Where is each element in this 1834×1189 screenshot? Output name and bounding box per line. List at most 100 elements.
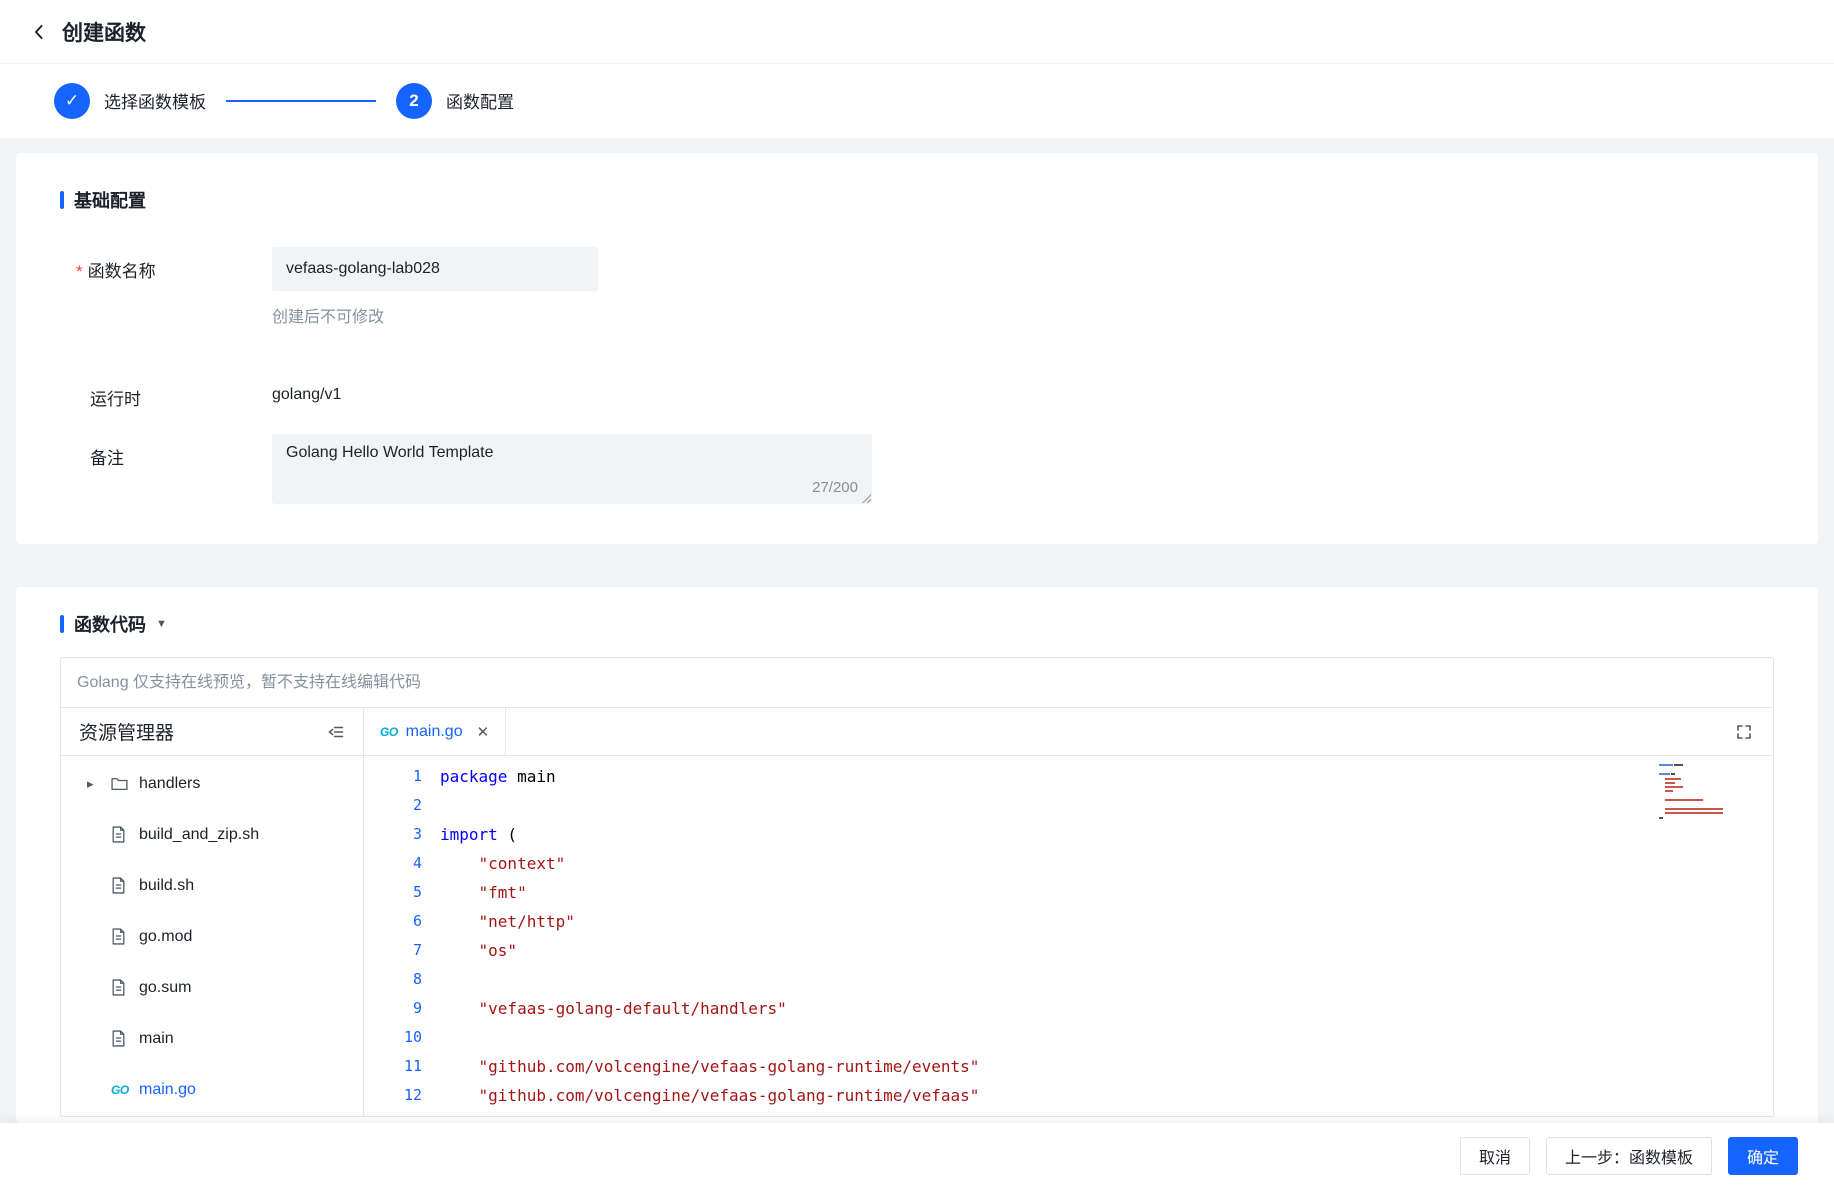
line-number: 5 bbox=[364, 878, 422, 907]
page-title: 创建函数 bbox=[62, 17, 146, 47]
function-name-hint: 创建后不可修改 bbox=[272, 303, 598, 327]
step-indicator: ✓ 选择函数模板 2 函数配置 bbox=[0, 64, 1834, 137]
line-number: 4 bbox=[364, 849, 422, 878]
top-block: 创建函数 ✓ 选择函数模板 2 函数配置 bbox=[0, 0, 1834, 138]
code-lines: package main import ( "context" "fmt" "ne… bbox=[422, 762, 979, 1116]
code-line-4: "context" bbox=[440, 849, 979, 878]
close-tab-icon[interactable]: ✕ bbox=[477, 723, 490, 741]
resource-explorer: 资源管理器 ▸handlersbuild_and_zip.shbuild.shg… bbox=[61, 708, 364, 1116]
step-1-label: 选择函数模板 bbox=[104, 88, 206, 113]
basic-config-form: *函数名称 创建后不可修改 运行时 golang/v1 备注 Golang He… bbox=[60, 247, 1774, 504]
collapse-all-icon bbox=[327, 723, 345, 741]
file-item-build.sh[interactable]: build.sh bbox=[61, 860, 363, 911]
editor-tabbar: GO main.go ✕ bbox=[364, 708, 1773, 756]
runtime-label: 运行时 bbox=[60, 375, 272, 410]
file-label: go.sum bbox=[139, 979, 191, 997]
footer-actions: 取消 上一步：函数模板 确定 bbox=[0, 1123, 1834, 1189]
file-item-go.mod[interactable]: go.mod bbox=[61, 911, 363, 962]
code-editor: GO main.go ✕ 12345678910111213 package m… bbox=[364, 708, 1773, 1116]
line-number: 12 bbox=[364, 1081, 422, 1110]
step-2-number: 2 bbox=[396, 83, 432, 119]
remark-row: 备注 Golang Hello World Template 27/200 bbox=[60, 434, 1774, 504]
runtime-row: 运行时 golang/v1 bbox=[60, 375, 1774, 410]
line-number: 10 bbox=[364, 1023, 422, 1052]
file-icon bbox=[111, 877, 126, 894]
file-icon bbox=[111, 1030, 126, 1047]
step-1-check-icon: ✓ bbox=[54, 83, 90, 119]
step-connector bbox=[226, 100, 376, 102]
section-bar-icon bbox=[60, 191, 64, 209]
line-number: 2 bbox=[364, 791, 422, 820]
fullscreen-icon bbox=[1735, 723, 1753, 741]
step-2-label: 函数配置 bbox=[446, 88, 514, 113]
file-label: main bbox=[139, 1030, 174, 1048]
code-line-11: "github.com/volcengine/vefaas-golang-run… bbox=[440, 1052, 979, 1081]
tab-label: main.go bbox=[406, 723, 463, 741]
file-item-build_and_zip.sh[interactable]: build_and_zip.sh bbox=[61, 809, 363, 860]
function-name-row: *函数名称 创建后不可修改 bbox=[60, 247, 1774, 327]
code-line-9: "vefaas-golang-default/handlers" bbox=[440, 994, 979, 1023]
minimap[interactable] bbox=[1657, 762, 1729, 828]
file-icon bbox=[111, 979, 126, 996]
basic-config-title-text: 基础配置 bbox=[74, 187, 146, 213]
confirm-button[interactable]: 确定 bbox=[1728, 1137, 1798, 1175]
file-list: ▸ handlers build_and_zip.sh build.sh go.mod g… bbox=[61, 756, 363, 1116]
line-number: 9 bbox=[364, 994, 422, 1023]
create-function-page: 创建函数 ✓ 选择函数模板 2 函数配置 基础配置 *函数名称 bbox=[0, 0, 1834, 1189]
function-code-title-text: 函数代码 bbox=[74, 611, 146, 637]
char-counter: 27/200 bbox=[812, 479, 858, 496]
file-item-main[interactable]: main bbox=[61, 1013, 363, 1064]
file-item-go.sum[interactable]: go.sum bbox=[61, 962, 363, 1013]
code-line-8 bbox=[440, 965, 979, 994]
back-button[interactable] bbox=[24, 17, 54, 47]
collapse-all-button[interactable] bbox=[327, 723, 345, 741]
section-bar-icon bbox=[60, 615, 64, 633]
code-line-2 bbox=[440, 791, 979, 820]
file-icon bbox=[111, 826, 126, 843]
function-name-label: *函数名称 bbox=[60, 247, 272, 327]
remark-label: 备注 bbox=[60, 434, 272, 504]
expand-caret-icon[interactable]: ▸ bbox=[87, 776, 111, 792]
code-line-1: package main bbox=[440, 762, 979, 791]
step-1[interactable]: ✓ 选择函数模板 bbox=[54, 83, 206, 119]
code-viewport[interactable]: 12345678910111213 package mainimport ( "… bbox=[364, 756, 1773, 1116]
function-name-input[interactable] bbox=[272, 247, 598, 291]
line-number: 7 bbox=[364, 936, 422, 965]
remark-textarea[interactable]: Golang Hello World Template bbox=[272, 434, 872, 504]
go-icon: GO bbox=[380, 725, 398, 739]
collapse-caret-icon[interactable]: ▼ bbox=[156, 618, 167, 630]
line-number: 8 bbox=[364, 965, 422, 994]
file-label: go.mod bbox=[139, 928, 192, 946]
code-line-13: ) bbox=[440, 1110, 979, 1116]
step-2: 2 函数配置 bbox=[396, 83, 514, 119]
code-line-7: "os" bbox=[440, 936, 979, 965]
line-number: 11 bbox=[364, 1052, 422, 1081]
code-line-6: "net/http" bbox=[440, 907, 979, 936]
tab-main-go[interactable]: GO main.go ✕ bbox=[364, 708, 506, 755]
file-label: build_and_zip.sh bbox=[139, 826, 259, 844]
go-icon: GO bbox=[111, 1083, 129, 1097]
function-code-card: 函数代码 ▼ Golang 仅支持在线预览，暂不支持在线编辑代码 资源管理器 ▸… bbox=[16, 587, 1818, 1123]
runtime-value: golang/v1 bbox=[272, 375, 341, 410]
fullscreen-button[interactable] bbox=[1735, 723, 1753, 741]
code-line-12: "github.com/volcengine/vefaas-golang-run… bbox=[440, 1081, 979, 1110]
line-number: 13 bbox=[364, 1110, 422, 1116]
file-item-handlers[interactable]: ▸ handlers bbox=[61, 758, 363, 809]
previous-step-button[interactable]: 上一步：函数模板 bbox=[1546, 1137, 1712, 1175]
code-preview-widget: Golang 仅支持在线预览，暂不支持在线编辑代码 资源管理器 ▸handler… bbox=[60, 657, 1774, 1117]
page-header: 创建函数 bbox=[0, 0, 1834, 64]
file-label: main.go bbox=[139, 1081, 196, 1099]
line-number: 1 bbox=[364, 762, 422, 791]
cancel-button[interactable]: 取消 bbox=[1460, 1137, 1530, 1175]
folder-icon bbox=[111, 776, 128, 791]
code-line-10 bbox=[440, 1023, 979, 1052]
code-line-3: import ( bbox=[440, 820, 979, 849]
required-asterisk: * bbox=[76, 262, 83, 281]
back-icon bbox=[29, 22, 49, 42]
line-number-gutter: 12345678910111213 bbox=[364, 762, 422, 1116]
file-item-main.go[interactable]: GO main.go bbox=[61, 1064, 363, 1115]
file-label: build.sh bbox=[139, 877, 194, 895]
file-label: handlers bbox=[139, 775, 200, 793]
code-line-5: "fmt" bbox=[440, 878, 979, 907]
preview-notice: Golang 仅支持在线预览，暂不支持在线编辑代码 bbox=[61, 658, 1773, 708]
